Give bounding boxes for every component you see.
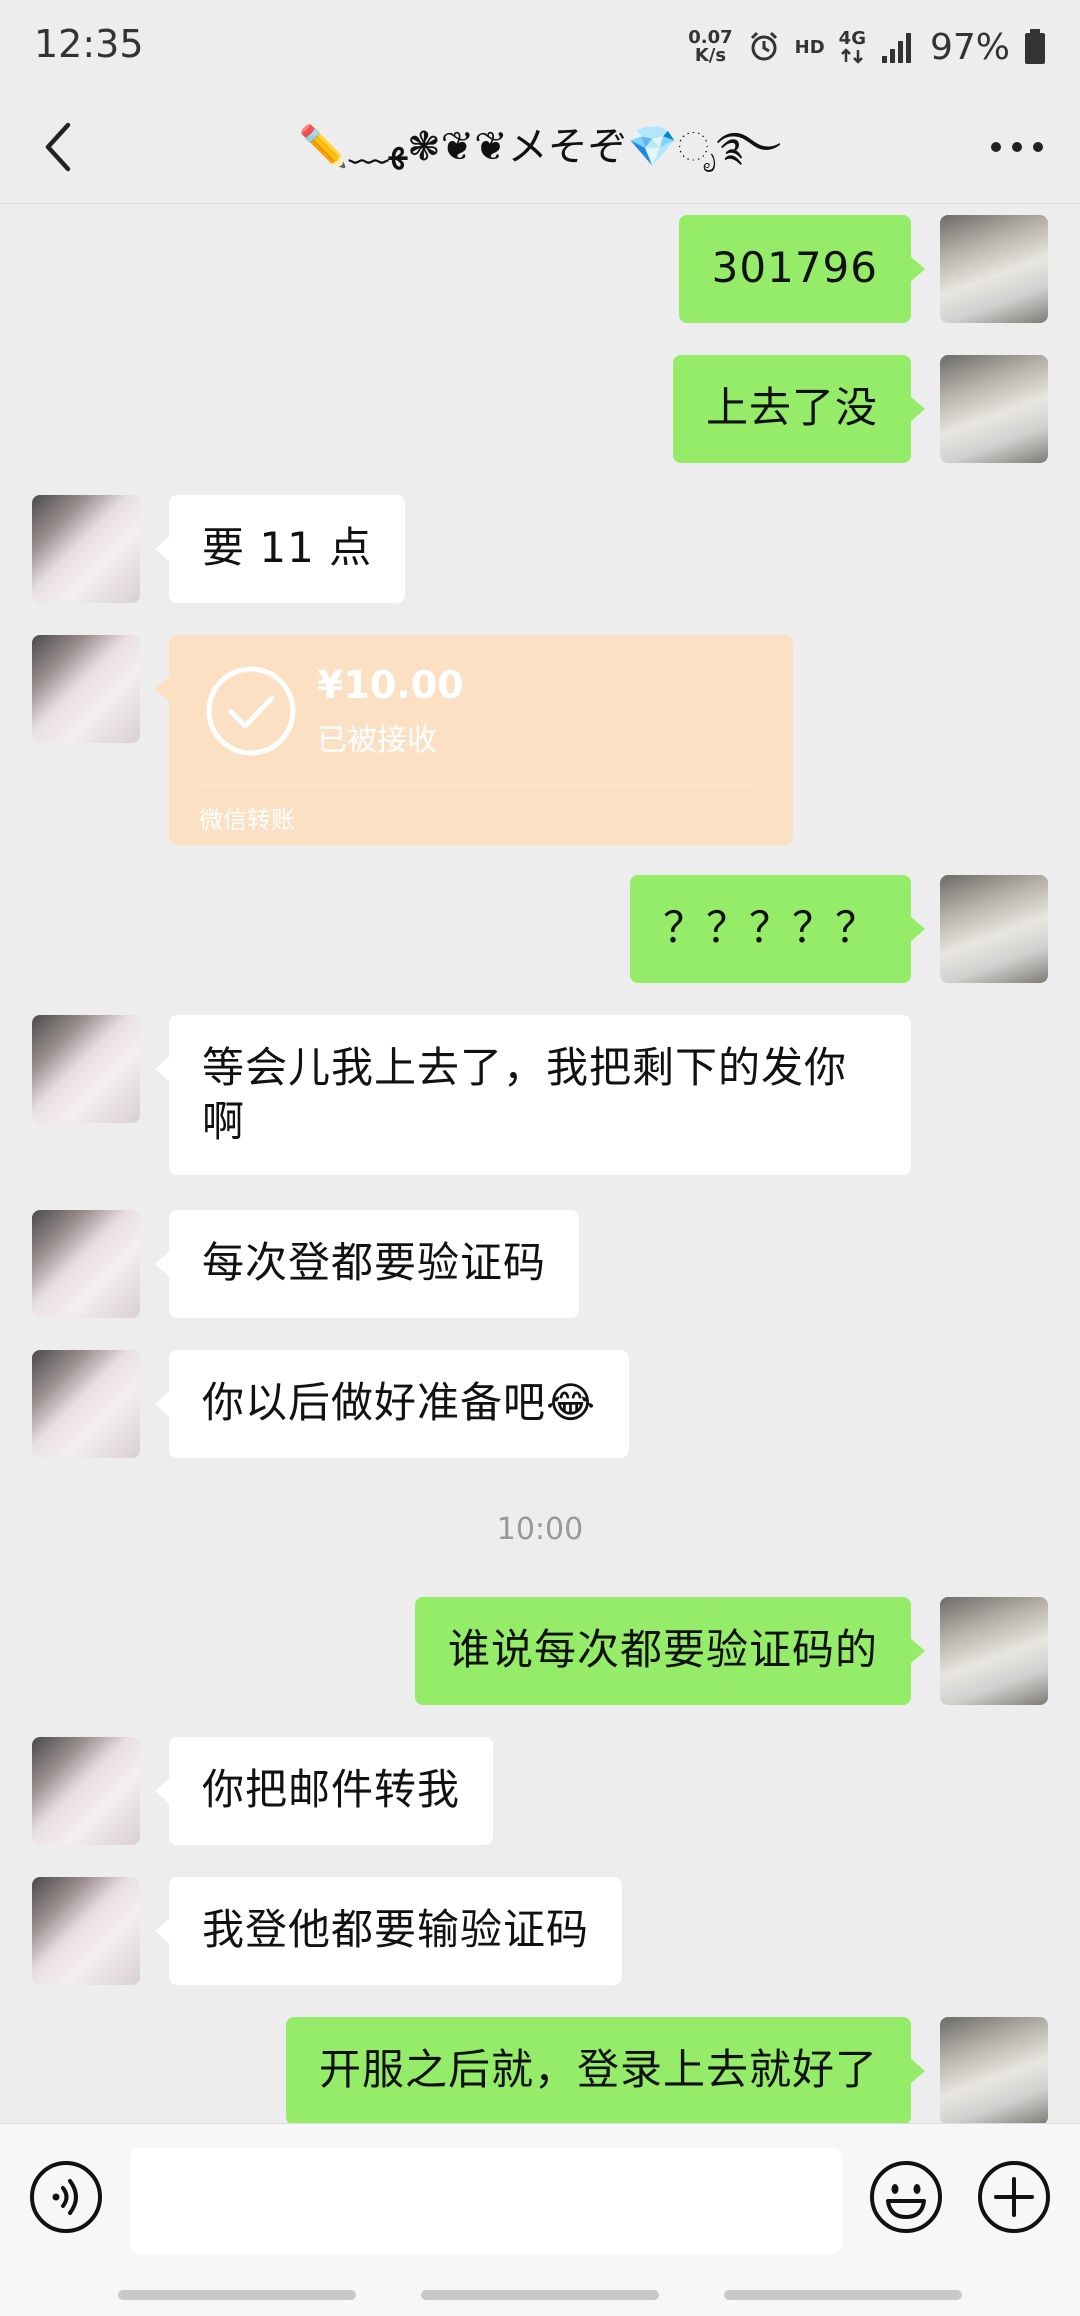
avatar[interactable] bbox=[940, 215, 1048, 323]
transfer-status: 已被接收 bbox=[317, 723, 437, 758]
avatar[interactable] bbox=[32, 1737, 140, 1845]
message-list[interactable]: 301796 上去了没 要 11 点 ¥10.00 已被接收 微信转账 ？？？？… bbox=[0, 205, 1080, 2123]
avatar[interactable] bbox=[940, 355, 1048, 463]
message-bubble[interactable]: 要 11 点 bbox=[154, 495, 406, 603]
network-speed-unit: K/s bbox=[694, 45, 727, 66]
transfer-footer: 微信转账 bbox=[199, 806, 295, 834]
check-circle-icon bbox=[206, 666, 296, 756]
avatar[interactable] bbox=[940, 2017, 1048, 2123]
more-dots-icon bbox=[991, 142, 1043, 152]
battery-icon bbox=[1024, 29, 1046, 65]
message-bubble[interactable]: 每次登都要验证码 bbox=[154, 1210, 580, 1318]
message-bubble[interactable]: 301796 bbox=[678, 215, 926, 323]
status-time: 12:35 bbox=[34, 22, 144, 66]
avatar[interactable] bbox=[32, 495, 140, 603]
message-bubble[interactable]: ？？？？？ bbox=[629, 875, 926, 983]
network-type-icon: 4G bbox=[839, 30, 866, 64]
message-bubble[interactable]: 上去了没 bbox=[672, 355, 926, 463]
avatar[interactable] bbox=[32, 1015, 140, 1123]
message-bubble[interactable]: 等会儿我上去了，我把剩下的发你啊 bbox=[155, 1015, 911, 1175]
nav-handle-right[interactable] bbox=[724, 2290, 962, 2300]
chat-title: ✏️﹏ﻬ❃❦❦メそぞ💎ೃ࿐ bbox=[298, 124, 782, 170]
navigation-handles bbox=[0, 2290, 1080, 2302]
time-divider: 10:00 bbox=[496, 1512, 584, 1547]
message-input[interactable] bbox=[130, 2148, 842, 2254]
network-speed: 0.07 K/s bbox=[688, 29, 732, 65]
chat-screen: 12:35 0.07 K/s HD 4G 97% ✏️﹏ﻬ❃❦❦メそぞ💎ೃ࿐ 3… bbox=[0, 0, 1080, 2316]
message-bubble[interactable]: 谁说每次都要验证码的 bbox=[414, 1597, 926, 1705]
transfer-card[interactable]: ¥10.00 已被接收 微信转账 bbox=[155, 635, 793, 845]
nav-handle-center[interactable] bbox=[421, 2290, 659, 2300]
input-bar bbox=[0, 2123, 1080, 2316]
nav-handle-left[interactable] bbox=[118, 2290, 356, 2300]
avatar[interactable] bbox=[32, 1877, 140, 1985]
emoji-button[interactable] bbox=[868, 2159, 944, 2235]
transfer-divider bbox=[199, 785, 763, 786]
battery-percent: 97% bbox=[929, 26, 1010, 68]
chat-header: ✏️﹏ﻬ❃❦❦メそぞ💎ೃ࿐ bbox=[0, 92, 1080, 204]
avatar[interactable] bbox=[940, 1597, 1048, 1705]
voice-button[interactable] bbox=[28, 2159, 104, 2235]
message-bubble[interactable]: 你把邮件转我 bbox=[154, 1737, 494, 1845]
message-bubble[interactable]: 开服之后就，登录上去就好了 bbox=[285, 2017, 926, 2123]
network-type-label: 4G bbox=[838, 28, 866, 49]
avatar[interactable] bbox=[32, 635, 140, 743]
message-bubble[interactable]: 你以后做好准备吧😂 bbox=[154, 1350, 630, 1458]
more-button[interactable] bbox=[982, 114, 1052, 180]
plus-icon bbox=[978, 2161, 1050, 2233]
chevron-left-icon bbox=[45, 122, 71, 172]
back-button[interactable] bbox=[28, 114, 88, 180]
signal-icon bbox=[880, 30, 916, 64]
plus-button[interactable] bbox=[976, 2159, 1052, 2235]
avatar[interactable] bbox=[32, 1210, 140, 1318]
avatar[interactable] bbox=[940, 875, 1048, 983]
transfer-amount: ¥10.00 bbox=[317, 663, 464, 707]
avatar[interactable] bbox=[32, 1350, 140, 1458]
status-bar: 12:35 0.07 K/s HD 4G 97% bbox=[0, 0, 1080, 92]
voice-icon bbox=[30, 2161, 102, 2233]
emoji-icon bbox=[870, 2161, 942, 2233]
status-icons: 0.07 K/s HD 4G 97% bbox=[688, 22, 1046, 72]
alarm-icon bbox=[747, 30, 781, 64]
hd-label: HD bbox=[794, 36, 825, 58]
message-bubble[interactable]: 我登他都要输验证码 bbox=[154, 1877, 623, 1985]
